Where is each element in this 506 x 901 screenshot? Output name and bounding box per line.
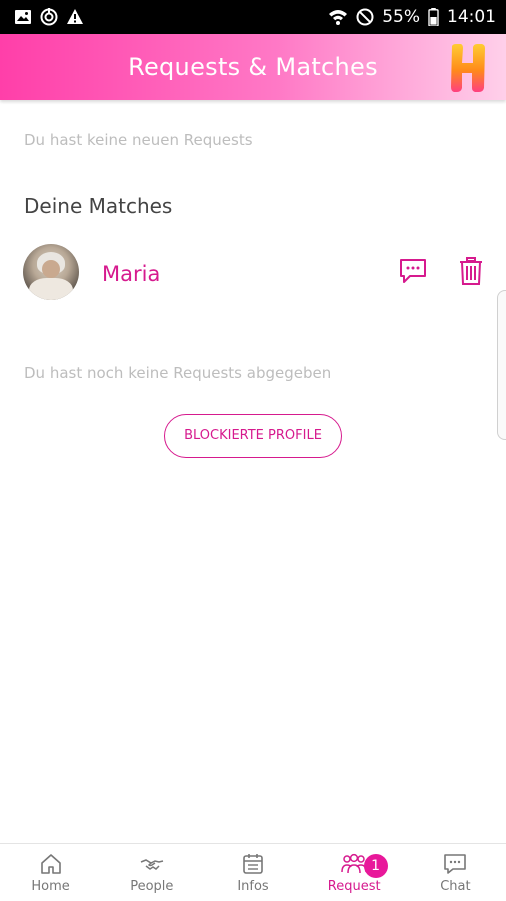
nav-request-label: Request bbox=[327, 879, 381, 894]
nav-people[interactable]: People bbox=[101, 844, 202, 901]
warning-icon bbox=[67, 9, 83, 24]
avatar-face bbox=[42, 260, 60, 278]
side-drawer-handle[interactable] bbox=[497, 290, 506, 440]
request-badge: 1 bbox=[363, 854, 388, 878]
status-bar: 55% 14:01 bbox=[0, 0, 506, 34]
battery-percent: 55% bbox=[382, 7, 420, 27]
home-icon bbox=[40, 854, 61, 874]
bottom-nav: Home People Infos Request 1 Chat bbox=[0, 843, 506, 901]
app-header: Requests & Matches bbox=[0, 34, 506, 100]
app-logo[interactable] bbox=[448, 42, 488, 94]
handshake-icon bbox=[140, 859, 163, 870]
status-left bbox=[14, 8, 84, 26]
image-icon bbox=[15, 10, 31, 24]
nav-infos-label: Infos bbox=[237, 879, 269, 894]
match-item[interactable]: Maria bbox=[0, 240, 506, 306]
trash-icon[interactable] bbox=[456, 256, 486, 286]
calendar-icon bbox=[243, 854, 263, 874]
no-new-requests-text: Du hast keine neuen Requests bbox=[24, 131, 253, 149]
page-title: Requests & Matches bbox=[128, 53, 378, 81]
nav-chat-label: Chat bbox=[440, 879, 471, 894]
status-right: 55% 14:01 bbox=[328, 7, 496, 27]
battery-icon bbox=[428, 8, 439, 26]
avatar[interactable] bbox=[23, 244, 79, 300]
chat-icon[interactable] bbox=[398, 256, 428, 286]
nav-infos[interactable]: Infos bbox=[202, 844, 303, 901]
nav-home[interactable]: Home bbox=[0, 844, 101, 901]
nav-chat[interactable]: Chat bbox=[405, 844, 506, 901]
avatar-shirt bbox=[29, 278, 73, 300]
chat-icon bbox=[444, 854, 467, 874]
sync-icon bbox=[40, 8, 58, 26]
matches-heading: Deine Matches bbox=[24, 194, 173, 218]
clock: 14:01 bbox=[447, 7, 496, 27]
no-sent-requests-text: Du hast noch keine Requests abgegeben bbox=[24, 364, 332, 382]
match-name[interactable]: Maria bbox=[102, 262, 160, 286]
do-not-disturb-icon bbox=[356, 8, 374, 26]
nav-people-label: People bbox=[130, 879, 174, 894]
wifi-icon bbox=[329, 10, 348, 25]
blocked-profiles-button[interactable]: BLOCKIERTE PROFILE bbox=[164, 414, 342, 458]
nav-request[interactable]: Request 1 bbox=[304, 844, 405, 901]
nav-home-label: Home bbox=[31, 879, 70, 894]
